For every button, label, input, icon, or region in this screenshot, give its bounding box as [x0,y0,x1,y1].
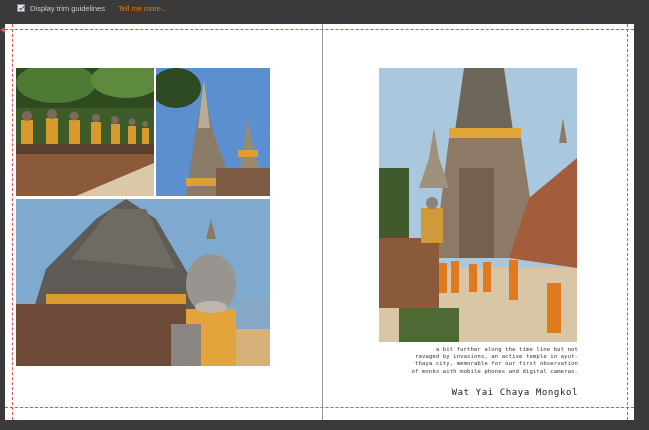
trim-guide-right [627,24,628,420]
caption-line: ravaged by invasions, an active temple i… [415,354,578,361]
tell-me-more-link[interactable]: Tell me more... [118,4,167,13]
caption-line: of monks with mobile phones and digital … [411,368,578,375]
display-trim-checkbox[interactable] [17,4,25,12]
trim-guide-left [12,24,13,420]
trim-guidelines-bar: Display trim guidelines Tell me more... [0,0,649,16]
photo-buddha-row[interactable] [16,68,154,196]
photo-caption: a bit further along the time line but no… [385,347,578,376]
trim-guide-top [5,29,634,30]
display-trim-label[interactable]: Display trim guidelines [30,4,105,13]
caption-line: thaya city, memorable for our first obse… [415,361,578,368]
workspace-bottom [0,420,649,430]
page-spine [322,24,323,420]
place-title: Wat Yai Chaya Mongkol [451,388,578,398]
trim-guide-bottom [5,407,634,408]
caption-line: a bit further along the time line but no… [435,347,578,353]
photo-stupa-tops[interactable] [156,68,270,196]
photo-buddha-stupa[interactable] [16,199,270,366]
photo-wat-yai-chaya-mongkol[interactable] [379,68,577,342]
